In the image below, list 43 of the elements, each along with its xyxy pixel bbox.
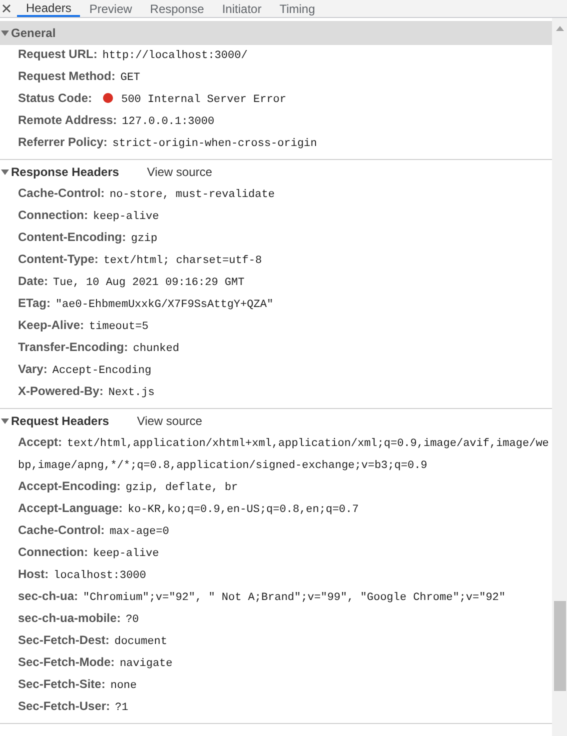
- header-entry: Accept-Encoding: gzip, deflate, br: [18, 478, 239, 496]
- header-entry: Cache-Control: no-store, must-revalidate: [18, 185, 276, 203]
- header-entry: Accept-Language: ko-KR,ko;q=0.9,en-US;q=0.8,en;q=0.7: [18, 500, 360, 518]
- header-entry: Date: Tue, 10 Aug 2021 09:16:29 GMT: [18, 273, 246, 291]
- header-entry: Request URL: http://localhost:3000/: [18, 46, 249, 64]
- header-entry: Referrer Policy: strict-origin-when-cross-origin: [18, 134, 318, 152]
- tab[interactable]: Initiator: [213, 0, 270, 17]
- header-entry: Host: localhost:3000: [18, 566, 148, 584]
- header-entry: Cache-Control: max-age=0: [18, 522, 170, 540]
- header-entry: sec-ch-ua: "Chromium";v="92", " Not A;Brand";v="99", "Google Chrome";v="92": [18, 588, 506, 606]
- header-entry: ETag: "ae0-EhbmemUxxkG/X7F9SsAttgY+QZA": [18, 295, 274, 313]
- header-entry: Connection: keep-alive: [18, 207, 160, 225]
- header-entry: Vary: Accept-Encoding: [18, 361, 152, 379]
- header-entry: Sec-Fetch-Dest: document: [18, 632, 168, 650]
- section-title: General: [11, 26, 56, 40]
- header-entry: Keep-Alive: timeout=5: [18, 317, 150, 335]
- header-entry: Sec-Fetch-User: ?1: [18, 698, 130, 716]
- expand-triangle-icon[interactable]: [1, 417, 9, 425]
- header-entry: Remote Address: 127.0.0.1:3000: [18, 112, 216, 130]
- tab[interactable]: Headers: [17, 0, 80, 17]
- header-entry: sec-ch-ua-mobile: ?0: [18, 610, 140, 628]
- scrollbar-thumb[interactable]: [554, 601, 566, 691]
- header-entry: Connection: keep-alive: [18, 544, 160, 562]
- tab[interactable]: Response: [141, 0, 214, 17]
- scrollbar[interactable]: [552, 18, 567, 736]
- tab[interactable]: Preview: [80, 0, 142, 17]
- header-entry: Sec-Fetch-Site: none: [18, 676, 138, 694]
- scroll-up-icon[interactable]: [556, 26, 564, 31]
- header-entry: Sec-Fetch-Mode: navigate: [18, 654, 174, 672]
- view-source-link[interactable]: View source: [137, 414, 202, 428]
- header-entry: X-Powered-By: Next.js: [18, 383, 156, 401]
- header-entry: Transfer-Encoding: chunked: [18, 339, 180, 357]
- section-title: Request Headers: [11, 414, 110, 428]
- expand-triangle-icon[interactable]: [1, 168, 9, 176]
- header-name: Status Code:: [18, 91, 92, 105]
- header-entry: Request Method: GET: [18, 68, 142, 86]
- tab[interactable]: Timing: [270, 0, 324, 17]
- section-title: Response Headers: [11, 165, 120, 179]
- expand-triangle-icon[interactable]: [1, 29, 9, 37]
- header-entry: Content-Type: text/html; charset=utf-8: [18, 251, 263, 269]
- header-entry: Content-Encoding: gzip: [18, 229, 158, 247]
- header-value: 500 Internal Server Error: [121, 94, 286, 106]
- view-source-link[interactable]: View source: [147, 165, 212, 179]
